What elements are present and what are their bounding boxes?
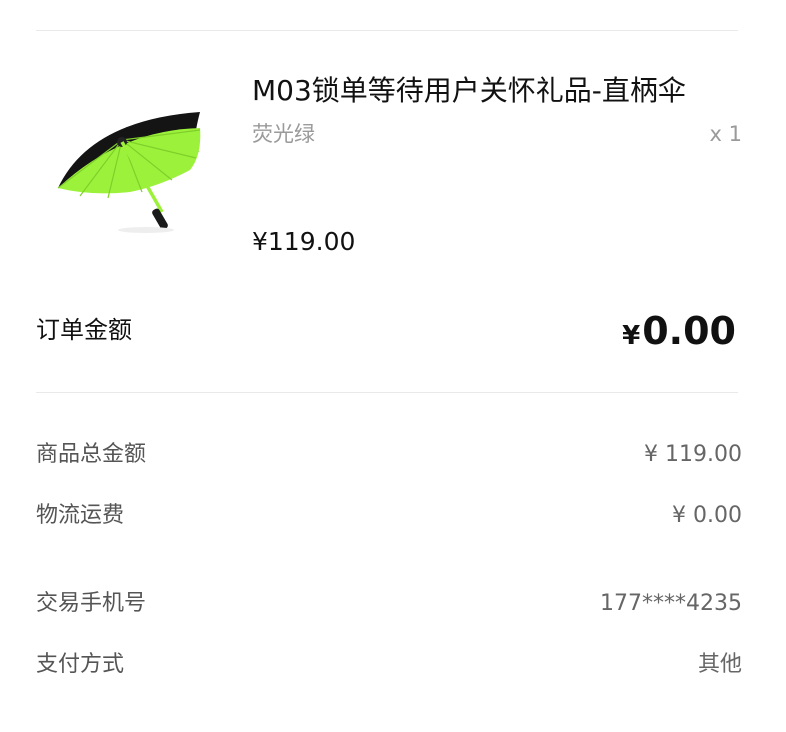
trade-phone-row: 交易手机号 177****4235 — [36, 587, 742, 621]
order-total-currency: ¥ — [622, 321, 641, 351]
payment-method-label: 支付方式 — [36, 652, 125, 677]
top-divider — [36, 30, 738, 31]
product-variant: 荧光绿 — [252, 122, 315, 146]
product-image-umbrella-icon[interactable] — [50, 100, 210, 240]
goods-total-label: 商品总金额 — [36, 442, 147, 467]
shipping-fee-value: ¥ 0.00 — [672, 503, 742, 528]
shipping-fee-label: 物流运费 — [36, 503, 125, 528]
payment-method-value: 其他 — [697, 652, 742, 677]
trade-phone-label: 交易手机号 — [36, 591, 147, 616]
goods-total-value: ¥ 119.00 — [644, 442, 742, 467]
section-divider — [36, 392, 738, 393]
order-total-value: ¥0.00 — [622, 306, 736, 361]
order-total-amount: 0.00 — [642, 309, 736, 353]
product-quantity: x 1 — [709, 122, 742, 146]
product-name[interactable]: M03锁单等待用户关怀礼品-直柄伞 — [252, 72, 686, 110]
trade-phone-value: 177****4235 — [600, 591, 742, 616]
product-price: ¥119.00 — [252, 227, 356, 256]
shipping-fee-row: 物流运费 ¥ 0.00 — [36, 499, 742, 533]
goods-total-row: 商品总金额 ¥ 119.00 — [36, 438, 742, 472]
payment-method-row: 支付方式 其他 — [36, 648, 742, 682]
order-total-label: 订单金额 — [36, 316, 132, 344]
